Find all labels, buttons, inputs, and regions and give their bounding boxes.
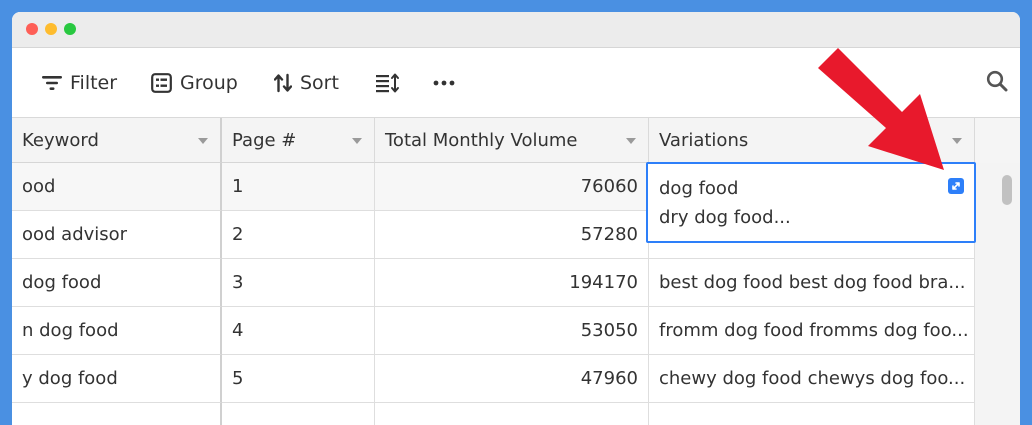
column-header-keyword[interactable]: Keyword — [12, 118, 222, 163]
group-button[interactable]: Group — [151, 70, 238, 96]
variations-cell[interactable]: chewy dog food chewys dog foo... — [649, 355, 975, 403]
column-header-label: Total Monthly Volume — [385, 129, 578, 151]
chevron-down-icon[interactable] — [198, 138, 208, 144]
annotation-arrow-icon — [818, 48, 944, 170]
more-options-button[interactable] — [433, 70, 455, 96]
volume-cell[interactable]: 194170 — [375, 259, 649, 307]
expand-icon — [952, 182, 960, 190]
page-cell[interactable] — [222, 403, 375, 425]
page-cell[interactable]: 1 — [222, 163, 375, 211]
search-icon — [986, 70, 1008, 92]
sort-label: Sort — [300, 72, 339, 94]
group-label: Group — [180, 72, 238, 94]
search-button[interactable] — [986, 70, 1008, 96]
variations-cell[interactable] — [649, 403, 975, 425]
variations-cell[interactable]: fromm dog food fromms dog foo... — [649, 307, 975, 355]
expanded-cell-line: dry dog food... — [659, 207, 791, 228]
filter-button[interactable]: Filter — [42, 70, 117, 96]
table-row[interactable]: dog food 3 194170 best dog food best dog… — [12, 259, 975, 307]
chevron-down-icon[interactable] — [626, 138, 636, 144]
volume-cell[interactable]: 76060 — [375, 163, 649, 211]
filter-icon — [42, 76, 62, 90]
keyword-cell[interactable]: dog food — [12, 259, 222, 307]
column-header-volume[interactable]: Total Monthly Volume — [375, 118, 649, 163]
table-row[interactable]: n dog food 4 53050 fromm dog food fromms… — [12, 307, 975, 355]
row-height-button[interactable] — [376, 70, 400, 96]
row-height-icon — [376, 73, 399, 93]
chevron-down-icon[interactable] — [352, 138, 362, 144]
volume-cell[interactable] — [375, 403, 649, 425]
variations-cell[interactable]: best dog food best dog food bra... — [649, 259, 975, 307]
minimize-window-button[interactable] — [45, 23, 57, 35]
keyword-cell[interactable]: y dog food — [12, 355, 222, 403]
keyword-cell[interactable]: ood advisor — [12, 211, 222, 259]
column-header-page[interactable]: Page # — [222, 118, 375, 163]
scrollbar-track[interactable] — [975, 163, 1020, 425]
group-icon — [151, 73, 172, 93]
column-header-label: Keyword — [22, 129, 99, 151]
page-cell[interactable]: 5 — [222, 355, 375, 403]
more-icon — [433, 80, 455, 86]
sort-icon — [274, 73, 292, 93]
volume-cell[interactable]: 57280 — [375, 211, 649, 259]
sort-button[interactable]: Sort — [274, 70, 339, 96]
column-header-label: Page # — [232, 129, 297, 151]
expand-record-button[interactable] — [948, 178, 964, 194]
keyword-cell[interactable]: ood — [12, 163, 222, 211]
maximize-window-button[interactable] — [64, 23, 76, 35]
keyword-cell[interactable]: n dog food — [12, 307, 222, 355]
keyword-cell[interactable] — [12, 403, 222, 425]
filter-label: Filter — [70, 72, 118, 94]
page-cell[interactable]: 2 — [222, 211, 375, 259]
close-window-button[interactable] — [26, 23, 38, 35]
volume-cell[interactable]: 53050 — [375, 307, 649, 355]
page-cell[interactable]: 3 — [222, 259, 375, 307]
table-row[interactable] — [12, 403, 975, 425]
scrollbar-thumb[interactable] — [1002, 175, 1012, 205]
column-header-label: Variations — [659, 129, 749, 151]
table-row[interactable]: y dog food 5 47960 chewy dog food chewys… — [12, 355, 975, 403]
page-cell[interactable]: 4 — [222, 307, 375, 355]
volume-cell[interactable]: 47960 — [375, 355, 649, 403]
